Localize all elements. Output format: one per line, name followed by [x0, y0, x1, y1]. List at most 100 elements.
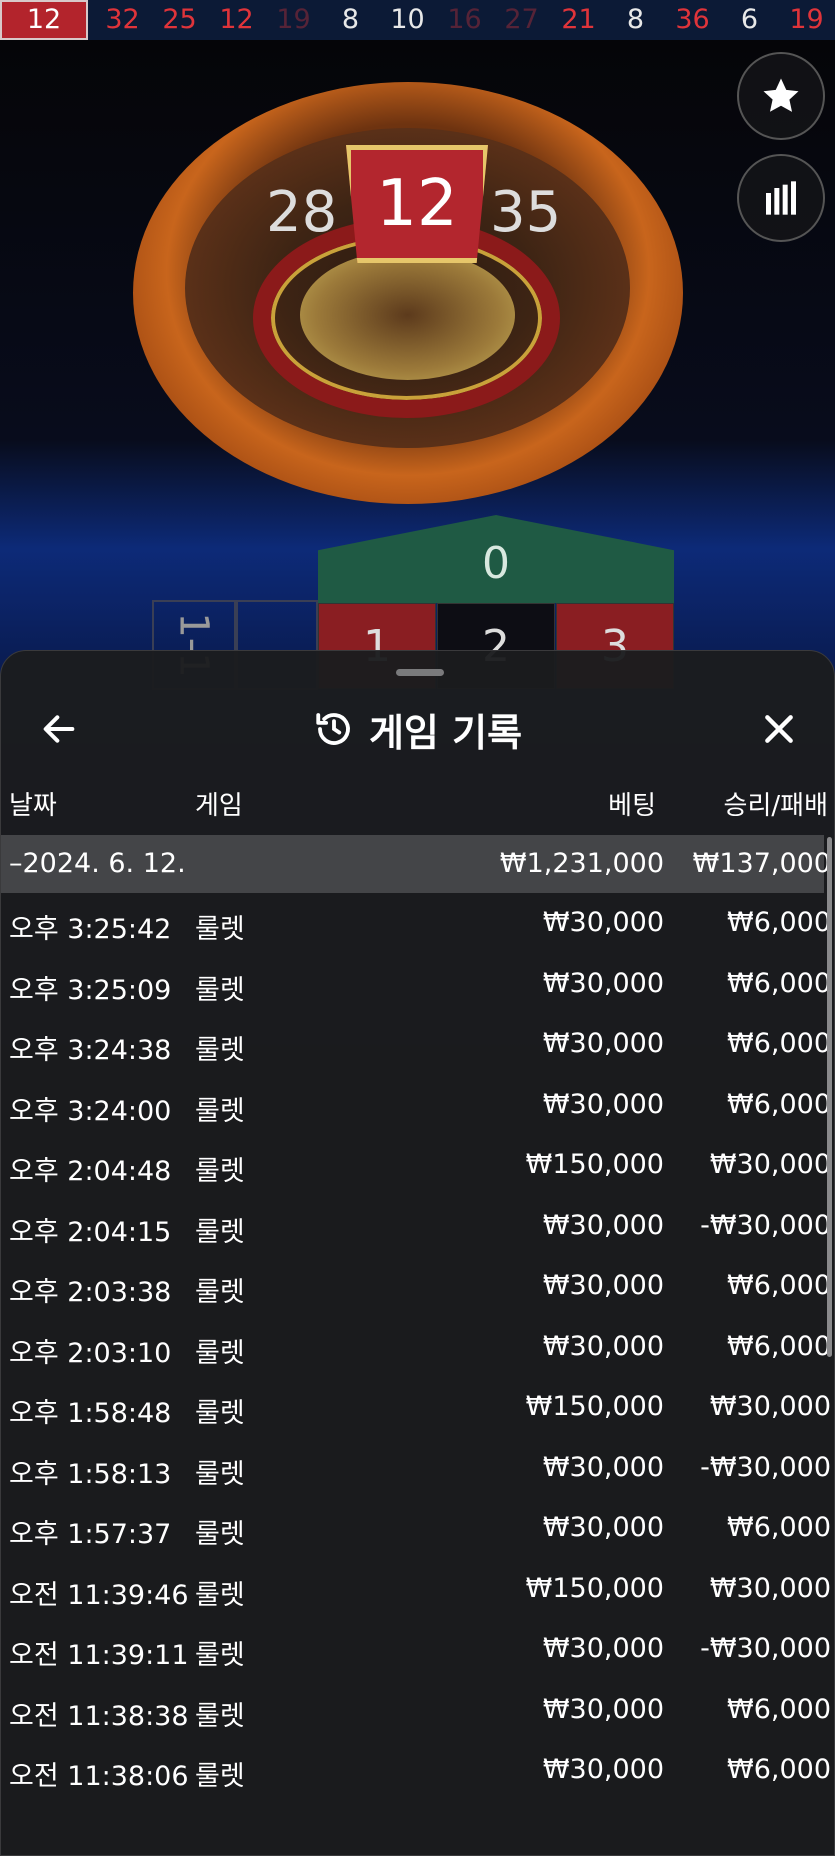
row-game: 룰렛	[195, 1579, 245, 1611]
bar-chart-icon	[766, 181, 796, 215]
row-win-loss: ₩6,000	[727, 1512, 831, 1543]
row-time: 오후 3:24:00	[9, 1095, 172, 1127]
row-win-loss: ₩6,000	[727, 907, 831, 938]
row-bet: ₩30,000	[542, 1330, 664, 1362]
recent-result: 12	[219, 4, 254, 35]
row-win-loss: ₩6,000	[727, 1028, 831, 1059]
recent-result: 8	[626, 4, 645, 35]
row-time: 오후 3:25:42	[9, 914, 172, 945]
column-header-bet: 베팅	[608, 791, 656, 821]
row-time: 오후 2:03:38	[9, 1277, 172, 1308]
day-summary-row[interactable]: –2024. 6. 12. ₩1,231,000 ₩137,000	[1, 835, 831, 893]
row-win-loss: ₩30,000	[709, 1149, 831, 1180]
row-game: 룰렛	[195, 1216, 245, 1248]
recent-result: 25	[162, 4, 197, 35]
day-summary-bet: ₩1,231,000	[499, 848, 664, 879]
history-row[interactable]: 오후 1:58:48 룰렛 ₩150,000 ₩30,000	[1, 1377, 831, 1438]
day-summary-date: –2024. 6. 12.	[9, 848, 186, 879]
row-game: 룰렛	[195, 1519, 245, 1550]
row-time: 오후 2:04:48	[9, 1156, 172, 1187]
row-bet: ₩30,000	[542, 1693, 664, 1725]
wheel-cone	[300, 250, 515, 380]
row-win-loss: ₩6,000	[727, 1754, 831, 1785]
row-win-loss: ₩30,000	[709, 1391, 831, 1422]
row-win-loss: -₩30,000	[700, 1209, 831, 1241]
history-row[interactable]: 오전 11:38:38 룰렛 ₩30,000 ₩6,000	[1, 1680, 831, 1741]
column-header-game: 게임	[195, 791, 243, 821]
sheet-drag-handle[interactable]	[396, 669, 444, 676]
row-bet: ₩30,000	[542, 1633, 664, 1664]
row-game: 룰렛	[195, 1398, 245, 1429]
row-win-loss: -₩30,000	[700, 1633, 831, 1664]
row-game: 룰렛	[195, 1277, 245, 1308]
row-time: 오전 11:38:06	[9, 1761, 189, 1792]
history-row[interactable]: 오후 1:58:13 룰렛 ₩30,000 -₩30,000	[1, 1438, 831, 1499]
recent-result: 12	[0, 0, 88, 40]
recent-result: 32	[105, 4, 140, 35]
row-bet: ₩30,000	[542, 1028, 664, 1059]
winning-number: 12	[376, 167, 458, 241]
favorites-button[interactable]	[737, 52, 825, 140]
recent-result: 36	[675, 4, 710, 35]
star-icon	[763, 78, 799, 112]
history-row[interactable]: 오전 11:38:06 룰렛 ₩30,000 ₩6,000	[1, 1740, 831, 1801]
history-row[interactable]: 오후 2:03:10 룰렛 ₩30,000 ₩6,000	[1, 1317, 831, 1378]
row-win-loss: ₩6,000	[727, 1330, 831, 1362]
history-row[interactable]: 오후 3:25:09 룰렛 ₩30,000 ₩6,000	[1, 954, 831, 1015]
history-column-headers: 날짜 게임 베팅 승리/패배	[1, 773, 834, 829]
row-time: 오전 11:39:11	[9, 1640, 189, 1671]
row-game: 룰렛	[195, 1095, 245, 1127]
history-row[interactable]: 오후 3:25:42 룰렛 ₩30,000 ₩6,000	[1, 893, 831, 954]
row-game: 룰렛	[195, 1700, 245, 1732]
history-scrollbar[interactable]	[827, 837, 832, 1357]
row-game: 룰렛	[195, 1761, 245, 1792]
row-game: 룰렛	[195, 974, 245, 1006]
recent-result: 16	[447, 4, 482, 35]
history-row[interactable]: 오후 2:03:38 룰렛 ₩30,000 ₩6,000	[1, 1256, 831, 1317]
row-game: 룰렛	[195, 914, 245, 945]
row-win-loss: -₩30,000	[700, 1451, 831, 1483]
recent-result: 6	[740, 4, 759, 35]
statistics-button[interactable]	[737, 154, 825, 242]
row-time: 오전 11:38:38	[9, 1700, 189, 1732]
close-button[interactable]	[749, 699, 809, 759]
row-game: 룰렛	[195, 1337, 245, 1369]
column-header-win-loss: 승리/패배	[723, 791, 828, 821]
history-row[interactable]: 오후 2:04:48 룰렛 ₩150,000 ₩30,000	[1, 1135, 831, 1196]
row-bet: ₩30,000	[542, 967, 664, 999]
row-time: 오후 2:03:10	[9, 1337, 172, 1369]
row-time: 오후 3:24:38	[9, 1035, 172, 1066]
board-cell-zero[interactable]: 0	[318, 515, 674, 603]
row-bet: ₩30,000	[542, 1270, 664, 1301]
sheet-title: 게임 기록	[368, 710, 523, 755]
column-header-date: 날짜	[9, 791, 57, 821]
recent-result: 27	[504, 4, 539, 35]
recent-result: 21	[561, 4, 596, 35]
history-list: 오후 3:25:42 룰렛 ₩30,000 ₩6,000 오후 3:25:09 룰렛 ₩30…	[1, 893, 831, 1801]
day-summary-win-loss: ₩137,000	[692, 848, 831, 879]
history-row[interactable]: 오전 11:39:46 룰렛 ₩150,000 ₩30,000	[1, 1559, 831, 1620]
sheet-header: 게임 기록	[1, 697, 834, 761]
row-bet: ₩150,000	[525, 1391, 664, 1422]
history-row[interactable]: 오전 11:39:11 룰렛 ₩30,000 -₩30,000	[1, 1619, 831, 1680]
history-row[interactable]: 오후 2:04:15 룰렛 ₩30,000 -₩30,000	[1, 1196, 831, 1257]
row-bet: ₩30,000	[542, 1451, 664, 1483]
history-row[interactable]: 오후 3:24:38 룰렛 ₩30,000 ₩6,000	[1, 1014, 831, 1075]
row-time: 오후 2:04:15	[9, 1216, 172, 1248]
history-icon	[316, 713, 350, 745]
row-time: 오후 3:25:09	[9, 974, 172, 1006]
history-row[interactable]: 오후 3:24:00 룰렛 ₩30,000 ₩6,000	[1, 1075, 831, 1136]
row-game: 룰렛	[195, 1640, 245, 1671]
row-game: 룰렛	[195, 1156, 245, 1187]
row-bet: ₩30,000	[542, 1209, 664, 1241]
row-win-loss: ₩6,000	[727, 1088, 831, 1120]
wheel-right-number: 35	[490, 180, 562, 245]
close-icon	[765, 715, 793, 743]
wheel-left-number: 28	[266, 180, 338, 245]
recent-result: 8	[341, 4, 360, 35]
recent-result: 19	[789, 4, 824, 35]
history-row[interactable]: 오후 1:57:37 룰렛 ₩30,000 ₩6,000	[1, 1498, 831, 1559]
row-bet: ₩30,000	[542, 1754, 664, 1785]
results-strip: 12 32 25 12 19 8 10 16 27 21 8 36 6 19	[0, 0, 835, 40]
row-bet: ₩30,000	[542, 1512, 664, 1543]
